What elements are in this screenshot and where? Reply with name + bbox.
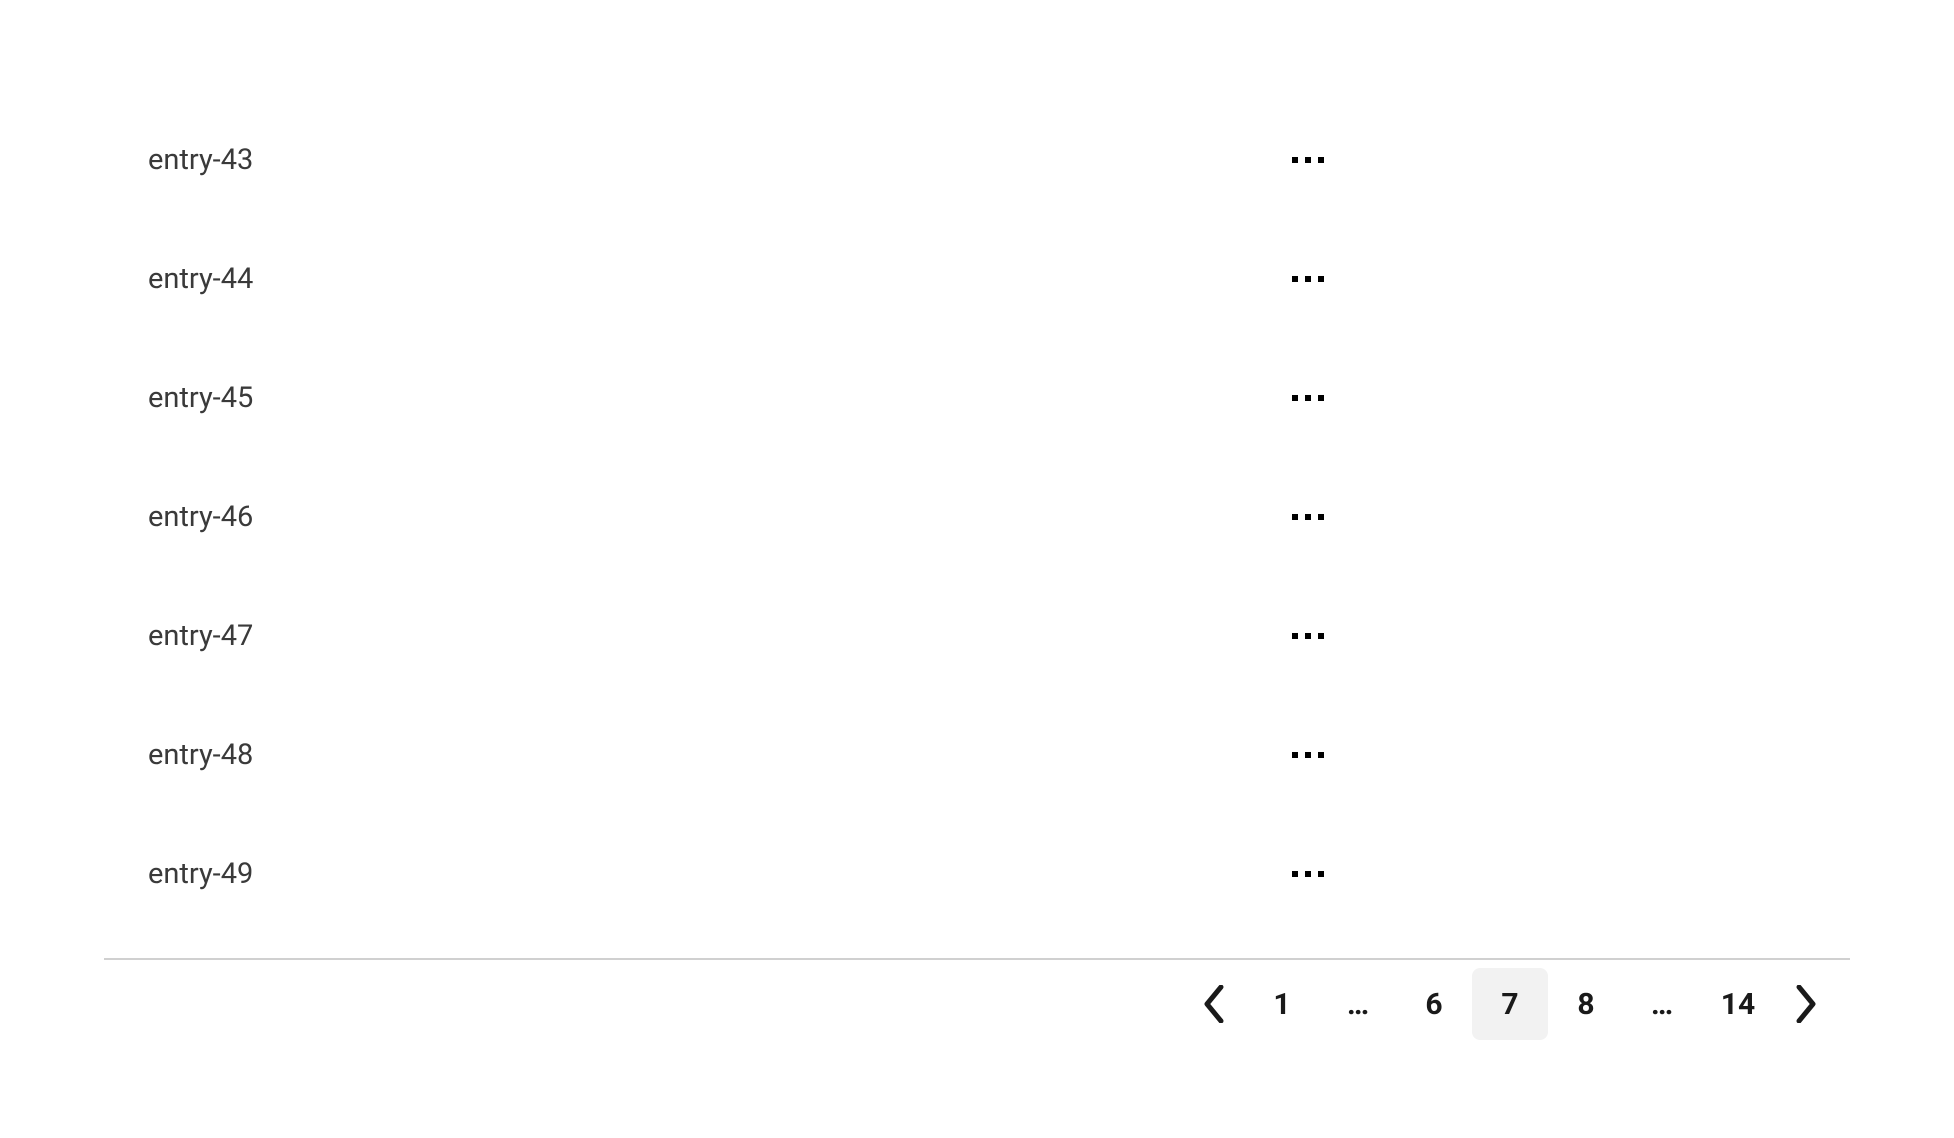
pagination-ellipsis: … [1320, 968, 1396, 1040]
pagination-page-prev[interactable]: 6 [1396, 968, 1472, 1040]
list-item-label: entry-44 [148, 262, 253, 296]
list-item[interactable]: entry-49 [148, 814, 1834, 933]
list-item-label: entry-45 [148, 381, 253, 415]
chevron-left-icon [1203, 985, 1225, 1023]
more-horizontal-icon [1292, 514, 1324, 520]
more-horizontal-icon [1292, 871, 1324, 877]
chevron-right-icon [1795, 985, 1817, 1023]
list-item-label: entry-48 [148, 738, 253, 772]
list-item[interactable]: entry-45 [148, 338, 1834, 457]
list-item-label: entry-49 [148, 857, 253, 891]
more-actions-button[interactable] [1282, 266, 1334, 292]
pagination-page-first[interactable]: 1 [1244, 968, 1320, 1040]
more-horizontal-icon [1292, 633, 1324, 639]
more-horizontal-icon [1292, 157, 1324, 163]
more-actions-button[interactable] [1282, 742, 1334, 768]
pagination-prev-button[interactable] [1184, 968, 1244, 1040]
more-horizontal-icon [1292, 395, 1324, 401]
page-container: entry-43 entry-44 entry-45 [0, 0, 1954, 1138]
entry-list: entry-43 entry-44 entry-45 [0, 100, 1954, 933]
list-item[interactable]: entry-43 [148, 100, 1834, 219]
more-horizontal-icon [1292, 752, 1324, 758]
more-actions-button[interactable] [1282, 623, 1334, 649]
list-item-label: entry-47 [148, 619, 253, 653]
pagination: 1 … 6 7 8 … 14 [0, 960, 1954, 1040]
list-item[interactable]: entry-48 [148, 695, 1834, 814]
list-item-label: entry-46 [148, 500, 253, 534]
pagination-next-button[interactable] [1776, 968, 1836, 1040]
list-item[interactable]: entry-46 [148, 457, 1834, 576]
list-item[interactable]: entry-47 [148, 576, 1834, 695]
more-actions-button[interactable] [1282, 861, 1334, 887]
more-actions-button[interactable] [1282, 385, 1334, 411]
more-horizontal-icon [1292, 276, 1324, 282]
pagination-page-next[interactable]: 8 [1548, 968, 1624, 1040]
list-item-label: entry-43 [148, 143, 253, 177]
list-item[interactable]: entry-44 [148, 219, 1834, 338]
pagination-page-current[interactable]: 7 [1472, 968, 1548, 1040]
more-actions-button[interactable] [1282, 504, 1334, 530]
pagination-ellipsis: … [1624, 968, 1700, 1040]
more-actions-button[interactable] [1282, 147, 1334, 173]
pagination-page-last[interactable]: 14 [1700, 968, 1776, 1040]
